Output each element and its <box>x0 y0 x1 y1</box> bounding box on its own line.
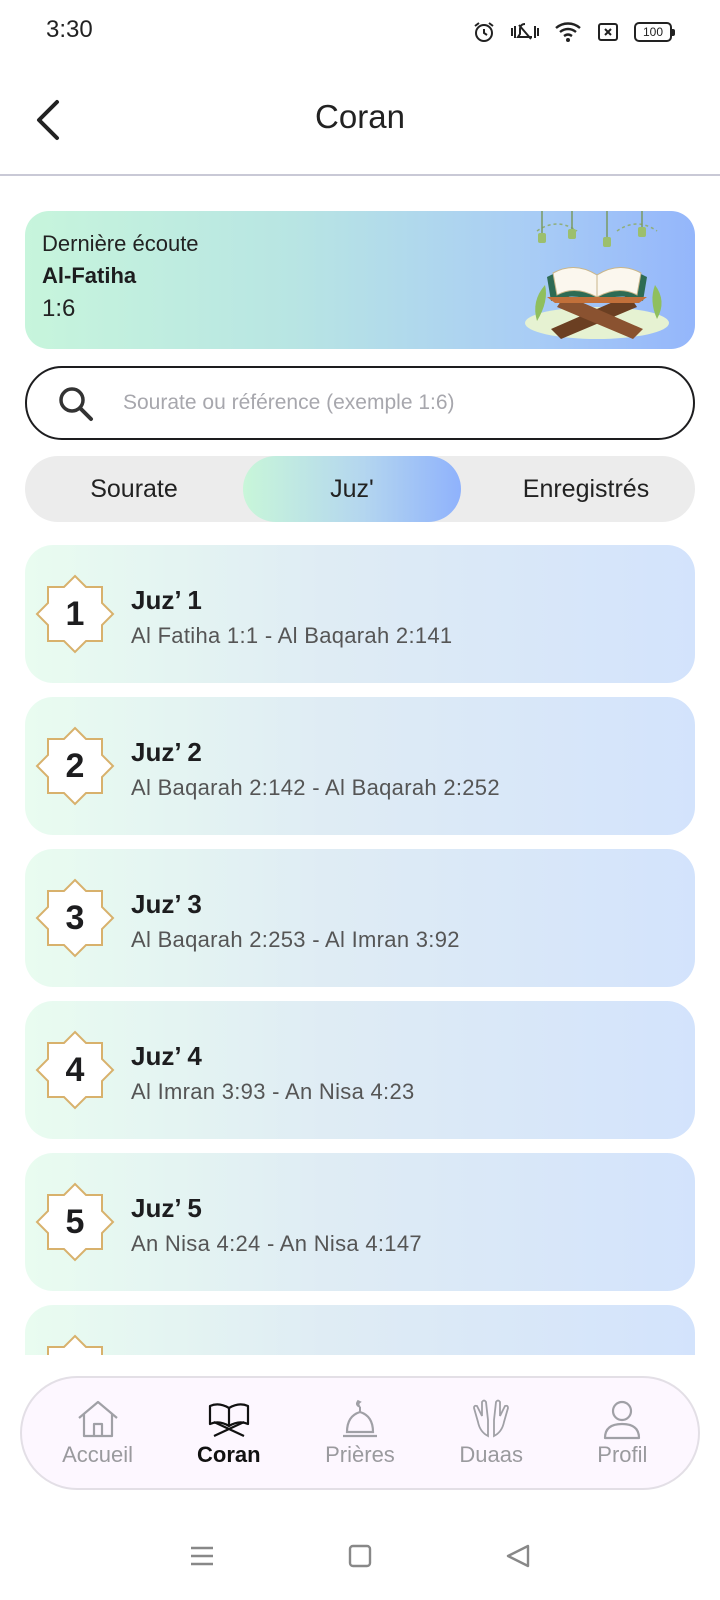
juz-number-badge: 5 <box>35 1182 115 1262</box>
status-bar: 3:30 100 <box>0 0 720 64</box>
juz-range: Al Fatiha 1:1 - Al Baqarah 2:141 <box>131 623 453 648</box>
last-listened-surah: Al-Fatiha <box>42 263 137 288</box>
bottom-nav: Accueil Coran Prières Duaas Profil <box>20 1376 700 1490</box>
juz-number <box>35 1334 115 1355</box>
profile-icon <box>604 1400 641 1440</box>
wifi-icon <box>555 22 581 42</box>
juz-name: Juz’ 2 <box>131 737 202 767</box>
sim-x-icon <box>598 23 618 41</box>
list-item[interactable]: 4 Juz’ 4 Al Imran 3:93 - An Nisa 4:23 <box>25 1001 695 1139</box>
juz-number-badge: 1 <box>35 574 115 654</box>
nav-label: Accueil <box>62 1442 134 1467</box>
nav-item-duaas[interactable]: Duaas <box>427 1398 555 1468</box>
juz-range: Al Baqarah 2:142 - Al Baqarah 2:252 <box>131 775 500 800</box>
praying-hands-icon <box>473 1399 510 1438</box>
mosque-dome-icon <box>342 1399 377 1438</box>
last-listened-card[interactable]: Dernière écoute Al-Fatiha 1:6 <box>25 211 695 349</box>
juz-list: 1 Juz’ 1 Al Fatiha 1:1 - Al Baqarah 2:14… <box>0 545 720 1355</box>
home-square-icon[interactable] <box>346 1542 374 1570</box>
status-time: 3:30 <box>46 16 93 43</box>
list-item[interactable]: 1 Juz’ 1 Al Fatiha 1:1 - Al Baqarah 2:14… <box>25 545 695 683</box>
tab-bar: Sourate Juz' Enregistrés <box>25 456 695 522</box>
juz-number-badge: 2 <box>35 726 115 806</box>
list-item[interactable]: 2 Juz’ 2 Al Baqarah 2:142 - Al Baqarah 2… <box>25 697 695 835</box>
nav-item-coran[interactable]: Coran <box>165 1398 293 1468</box>
juz-number: 4 <box>65 1050 85 1089</box>
app-header: Coran <box>0 64 720 176</box>
nav-label: Profil <box>597 1442 648 1467</box>
tab-juz[interactable]: Juz' <box>243 456 461 522</box>
juz-number-badge: 4 <box>35 1030 115 1110</box>
juz-number: 2 <box>65 746 85 785</box>
tab-sourate[interactable]: Sourate <box>25 456 243 522</box>
list-item[interactable]: 5 Juz’ 5 An Nisa 4:24 - An Nisa 4:147 <box>25 1153 695 1291</box>
nav-label: Duaas <box>459 1442 523 1467</box>
list-item[interactable]: 3 Juz’ 3 Al Baqarah 2:253 - Al Imran 3:9… <box>25 849 695 987</box>
vibrate-off-icon <box>511 23 539 40</box>
search-input[interactable] <box>123 382 663 424</box>
nav-label: Prières <box>325 1442 395 1467</box>
page-title: Coran <box>315 98 405 135</box>
juz-range: Al Baqarah 2:253 - Al Imran 3:92 <box>131 927 460 952</box>
juz-number: 1 <box>65 594 85 633</box>
tab-enregistres[interactable]: Enregistrés <box>477 456 695 522</box>
back-triangle-icon[interactable] <box>504 1542 532 1570</box>
search-bar[interactable] <box>25 366 695 440</box>
juz-range: Al Imran 3:93 - An Nisa 4:23 <box>131 1079 415 1104</box>
alarm-icon <box>474 22 494 42</box>
home-icon <box>77 1400 118 1438</box>
nav-item-profil[interactable]: Profil <box>558 1398 686 1468</box>
quran-stand-illustration <box>525 211 669 339</box>
nav-item-prieres[interactable]: Prières <box>296 1398 424 1468</box>
juz-name: Juz’ 3 <box>131 889 202 919</box>
juz-name: Juz’ 1 <box>131 585 202 615</box>
search-icon <box>59 387 93 421</box>
nav-label: Coran <box>197 1442 261 1467</box>
juz-number: 3 <box>65 898 85 937</box>
battery-icon: 100 <box>634 22 675 42</box>
juz-number-badge: 3 <box>35 878 115 958</box>
nav-item-accueil[interactable]: Accueil <box>34 1398 162 1468</box>
juz-number-badge <box>35 1334 115 1355</box>
menu-icon[interactable] <box>188 1542 216 1570</box>
quran-book-icon <box>208 1403 249 1437</box>
juz-range: An Nisa 4:24 - An Nisa 4:147 <box>131 1231 422 1256</box>
last-listened-reference: 1:6 <box>42 295 76 322</box>
system-nav-bar <box>0 1520 720 1592</box>
status-icons: 100 <box>472 18 675 46</box>
juz-number: 5 <box>65 1202 85 1241</box>
list-item[interactable] <box>25 1305 695 1355</box>
juz-name: Juz’ 4 <box>131 1041 202 1071</box>
last-listened-label: Dernière écoute <box>42 231 199 256</box>
juz-name: Juz’ 5 <box>131 1193 202 1223</box>
